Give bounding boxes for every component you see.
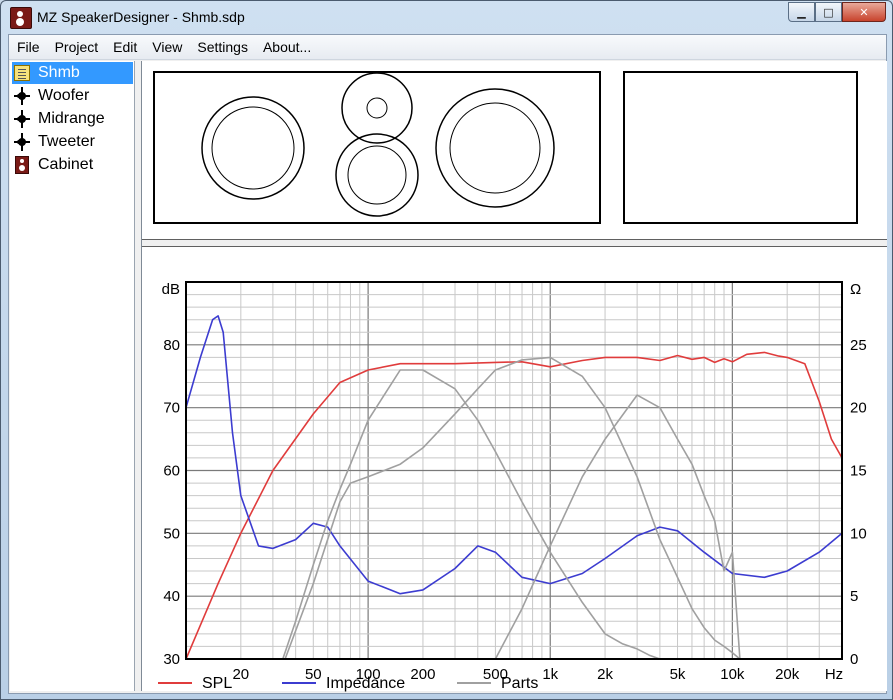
- legend-label: Impedance: [326, 675, 405, 692]
- driver-icon: [12, 132, 32, 152]
- tree-item-label: Shmb: [34, 63, 84, 83]
- y-tick-left-label: 30: [163, 651, 180, 668]
- menu-view[interactable]: View: [144, 39, 189, 55]
- close-icon: ✕: [859, 5, 869, 19]
- chart-grid: [186, 282, 842, 659]
- app-window: MZ SpeakerDesigner - Shmb.sdp ▁ □ ✕ File…: [0, 0, 893, 700]
- chart-legend: SPL Impedance Parts: [158, 675, 538, 692]
- workspace: 30 40 50 60 70 80 0 5 10 15 20 25 dB Ω 20 50 100 200 500 1k…: [141, 61, 887, 692]
- y-axis-left-label: dB: [162, 281, 180, 298]
- client-area: File Project Edit View Settings About...…: [8, 34, 887, 694]
- legend-label: SPL: [202, 675, 232, 692]
- driver-icon: [12, 109, 32, 129]
- tree-item-label: Midrange: [38, 110, 105, 127]
- cabinet-front-view[interactable]: [153, 71, 601, 224]
- frequency-response-chart[interactable]: 3040506070800510152025dB Ω20 50 100 200 500 1k…: [142, 246, 887, 692]
- y-tick-left-label: 70: [163, 400, 180, 417]
- tree-item-woofer[interactable]: Woofer: [12, 85, 93, 107]
- menu-bar: File Project Edit View Settings About...: [9, 35, 886, 60]
- title-bar[interactable]: MZ SpeakerDesigner - Shmb.sdp ▁ □ ✕: [1, 1, 892, 33]
- y-tick-right-label: 10: [850, 525, 867, 542]
- maximize-icon: □: [823, 5, 834, 19]
- tree-item-label: Cabinet: [38, 156, 94, 173]
- menu-file[interactable]: File: [9, 39, 47, 55]
- x-tick-label: 1k: [542, 666, 558, 683]
- y-tick-right-label: 20: [850, 400, 867, 417]
- menu-about[interactable]: About...: [255, 39, 318, 55]
- y-tick-left-label: 60: [163, 463, 180, 480]
- y-tick-right-label: 15: [850, 463, 867, 480]
- y-tick-left-label: 50: [163, 525, 180, 542]
- x-tick-label: 2k: [597, 666, 613, 683]
- cabinet-icon: [15, 156, 29, 174]
- chart-series: [185, 315, 843, 660]
- tree-item-tweeter[interactable]: Tweeter: [12, 131, 99, 153]
- minimize-button[interactable]: ▁: [788, 2, 815, 22]
- maximize-button[interactable]: □: [815, 2, 842, 22]
- x-tick-label: 50: [305, 666, 322, 683]
- window-controls: ▁ □ ✕: [788, 2, 886, 22]
- tree-item-midrange[interactable]: Midrange: [12, 108, 109, 130]
- y-axis-right-label: Ω: [850, 281, 861, 298]
- driver-icon: [12, 86, 32, 106]
- speaker-app-icon[interactable]: [10, 7, 32, 29]
- y-tick-left-label: 80: [163, 337, 180, 354]
- menu-edit[interactable]: Edit: [105, 39, 144, 55]
- x-tick-label: 5k: [670, 666, 686, 683]
- x-tick-label: 20: [232, 666, 249, 683]
- tree-item-label: Tweeter: [38, 133, 95, 150]
- menu-settings[interactable]: Settings: [189, 39, 255, 55]
- tree-item-label: Woofer: [38, 87, 90, 104]
- series-line-parts-2: [282, 369, 661, 660]
- x-tick-label: 200: [410, 666, 435, 683]
- project-tree[interactable]: Shmb Woofer Midrange Tweeter Cabinet: [10, 61, 135, 691]
- x-tick-label: 10k: [720, 666, 745, 683]
- cabinet-side-view[interactable]: [623, 71, 858, 224]
- minimize-icon: ▁: [797, 5, 806, 19]
- y-tick-right-label: 0: [850, 651, 858, 668]
- y-tick-right-label: 25: [850, 337, 867, 354]
- tree-item-shmb[interactable]: Shmb: [12, 62, 133, 84]
- cabinet-views: [153, 71, 858, 224]
- cabinet-front-outline: [153, 71, 601, 224]
- window-title: MZ SpeakerDesigner - Shmb.sdp: [37, 9, 245, 25]
- legend-label: Parts: [501, 675, 538, 692]
- series-line-spl-0: [185, 351, 843, 660]
- y-tick-right-label: 5: [850, 588, 858, 605]
- x-axis-label: Hz: [825, 666, 843, 683]
- close-button[interactable]: ✕: [842, 2, 886, 22]
- y-tick-left-label: 40: [163, 588, 180, 605]
- tree-item-cabinet[interactable]: Cabinet: [12, 154, 97, 176]
- x-tick-label: 20k: [775, 666, 800, 683]
- project-icon: [14, 65, 30, 81]
- menu-project[interactable]: Project: [47, 39, 106, 55]
